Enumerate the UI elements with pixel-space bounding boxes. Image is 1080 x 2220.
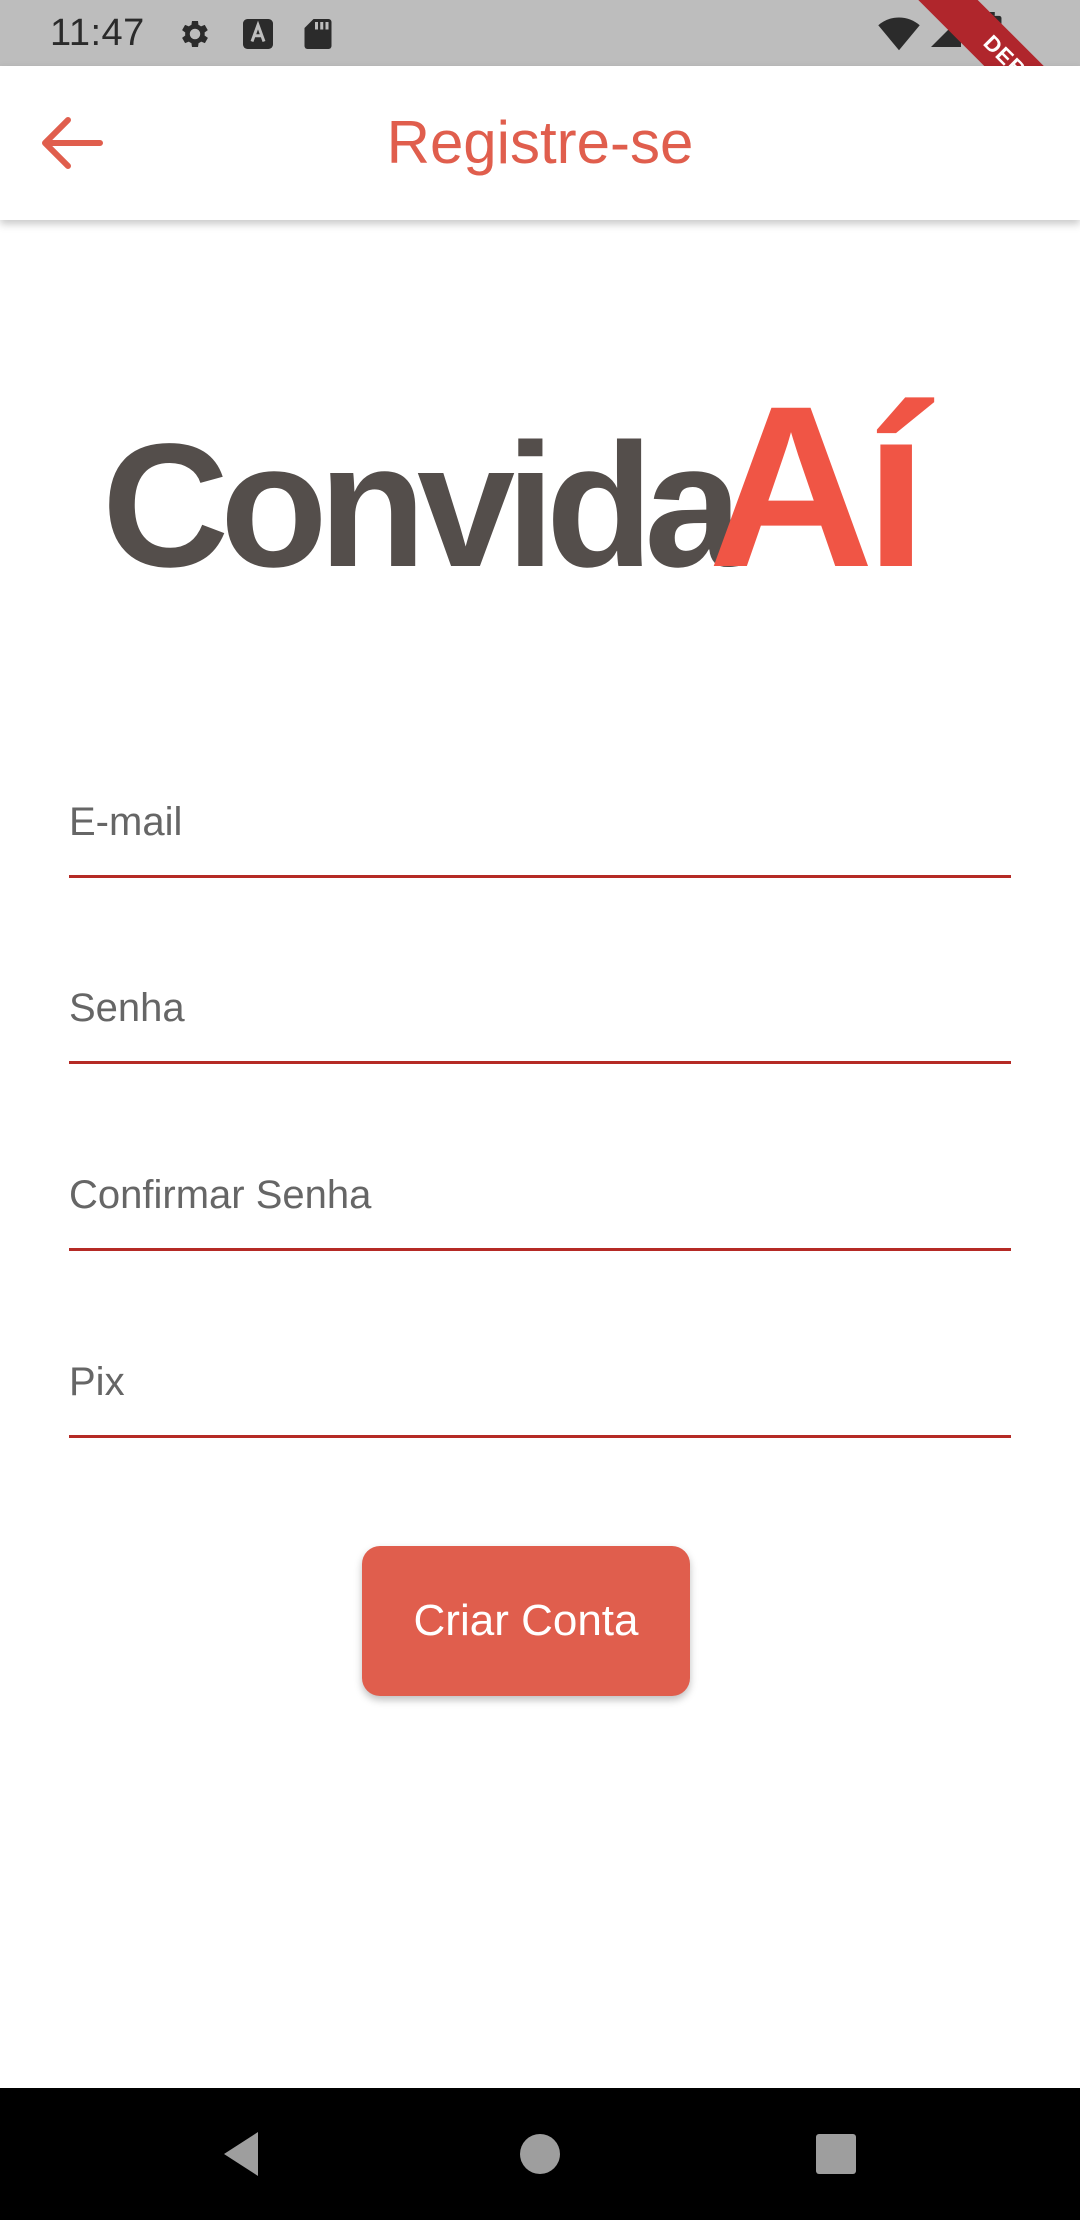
logo-word-accent: Aí — [708, 368, 935, 578]
signal-icon — [931, 17, 961, 47]
status-bar: 11:47 — [0, 0, 1080, 66]
convida-ai-logo: Convida Aí — [102, 368, 945, 578]
email-label: E-mail — [69, 800, 183, 844]
pix-label: Pix — [69, 1360, 125, 1404]
password-field[interactable]: Senha — [69, 951, 1011, 1064]
back-triangle-icon[interactable] — [214, 2124, 274, 2184]
gear-icon — [182, 20, 208, 48]
wifi-icon — [878, 17, 920, 51]
back-arrow-icon[interactable] — [36, 110, 106, 176]
page-title-container: Registre-se — [0, 66, 1080, 220]
app-bar: Registre-se — [0, 66, 1080, 220]
battery-icon — [978, 12, 1002, 54]
system-nav-bar — [0, 2088, 1080, 2220]
home-circle-icon[interactable] — [510, 2124, 570, 2184]
password-label: Senha — [69, 986, 185, 1030]
pix-field[interactable]: Pix — [69, 1325, 1011, 1438]
keyboard-a-icon — [243, 19, 273, 49]
page-title: Registre-se — [386, 109, 694, 176]
recents-square-icon[interactable] — [806, 2124, 866, 2184]
create-account-button[interactable]: Criar Conta — [362, 1546, 690, 1696]
logo-word-dark: Convida — [102, 408, 743, 578]
status-time: 11:47 — [50, 12, 145, 54]
sd-card-icon — [304, 19, 332, 49]
confirm-password-field[interactable]: Confirmar Senha — [69, 1138, 1011, 1251]
confirm-password-label: Confirmar Senha — [69, 1173, 372, 1217]
email-field[interactable]: E-mail — [69, 765, 1011, 878]
